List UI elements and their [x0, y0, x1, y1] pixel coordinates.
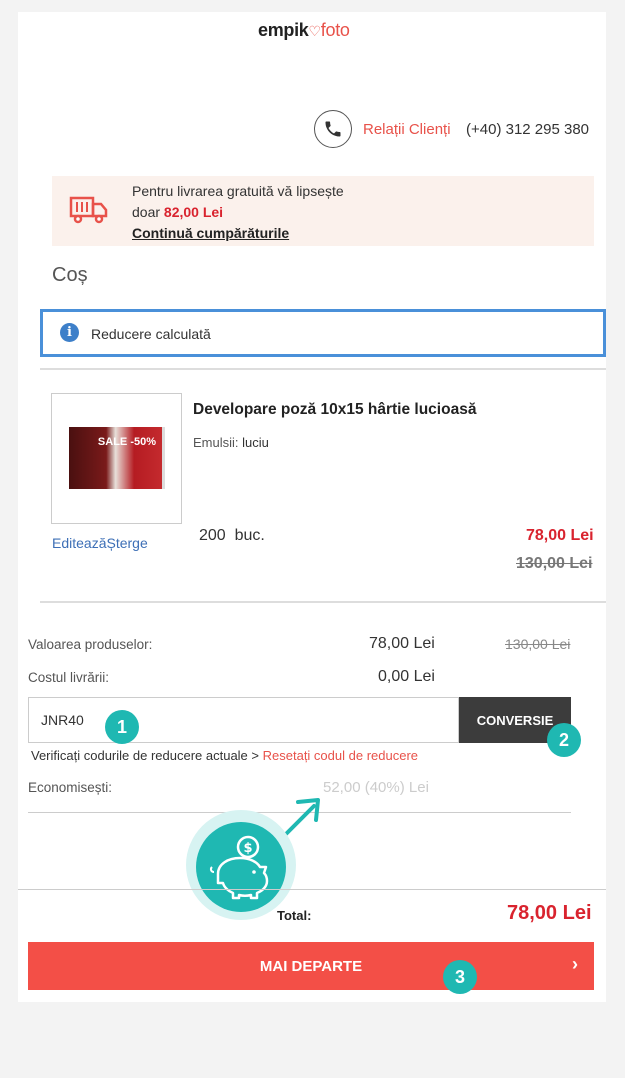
quantity-unit: buc. — [234, 527, 265, 544]
coupon-input-value: JNR40 — [41, 712, 84, 728]
coupon-input[interactable]: JNR40 — [28, 697, 459, 743]
total-label: Total: — [277, 908, 312, 923]
brand-name: empik — [258, 20, 309, 40]
page-title: Coș — [52, 264, 88, 286]
discount-notice-text: Reducere calculată — [91, 326, 211, 342]
shipping-cost-value: 0,00 Lei — [378, 668, 435, 685]
quantity-value: 200 — [199, 527, 226, 544]
divider — [18, 889, 606, 890]
logo-mark-icon: ♡ — [308, 23, 322, 39]
savings-label: Economisești: — [28, 780, 113, 795]
continue-button-label: MAI DEPARTE — [259, 958, 363, 975]
delivery-prefix: doar — [132, 204, 161, 220]
phone-number: (+40) 312 295 380 — [466, 121, 590, 138]
discount-notice: i Reducere calculată — [40, 309, 606, 357]
products-value: 78,00 Lei — [369, 635, 435, 652]
svg-text:$: $ — [243, 841, 252, 856]
continue-shopping-link[interactable]: Continuă cumpărăturile — [132, 223, 344, 244]
divider — [40, 368, 606, 370]
attribute-value: luciu — [242, 435, 269, 450]
delete-link[interactable]: Șterge — [106, 535, 147, 551]
item-old-price: 130,00 Lei — [516, 555, 593, 572]
attribute-label: Emulsii: — [193, 435, 239, 450]
continue-button[interactable]: MAI DEPARTE › — [28, 942, 594, 990]
customer-relations-link[interactable]: Relații Clienți — [363, 121, 451, 138]
item-actions: EditeazăȘterge — [52, 535, 148, 551]
truck-icon — [69, 196, 108, 224]
coupon-help: Verificați codurile de reducere actuale … — [31, 748, 418, 763]
free-delivery-banner: Pentru livrarea gratuită vă lipsește doa… — [52, 176, 594, 246]
step-badge-3: 3 — [443, 960, 477, 994]
product-image-text: SALE -50% — [97, 436, 156, 448]
edit-link[interactable]: Editează — [52, 535, 106, 551]
product-image: SALE -50% — [69, 427, 165, 489]
products-old-value: 130,00 Lei — [505, 636, 571, 652]
products-value-label: Valoarea produselor: — [28, 637, 153, 652]
total-value: 78,00 Lei — [507, 902, 592, 924]
chevron-right-icon: › — [572, 954, 578, 974]
reset-code-link[interactable]: Resetați codul de reducere — [263, 748, 418, 763]
piggy-bank-icon: $ — [196, 822, 286, 912]
info-icon: i — [60, 323, 79, 342]
product-thumbnail[interactable]: SALE -50% — [51, 393, 182, 524]
brand-logo[interactable]: empik♡foto — [258, 20, 350, 41]
delivery-message: Pentru livrarea gratuită vă lipsește — [132, 183, 344, 199]
shipping-cost-label: Costul livrării: — [28, 670, 110, 685]
brand-sub: foto — [320, 20, 350, 40]
verify-codes-link[interactable]: Verificați codurile de reducere actuale … — [31, 748, 259, 763]
divider — [40, 601, 606, 603]
quantity: 200 buc. — [199, 527, 265, 545]
step-badge-2: 2 — [547, 723, 581, 757]
product-title: Developare poză 10x15 hârtie lucioasă — [193, 401, 477, 418]
product-attribute: Emulsii: luciu — [193, 435, 269, 450]
item-price: 78,00 Lei — [526, 527, 594, 544]
step-badge-1: 1 — [105, 710, 139, 744]
phone-icon — [314, 110, 352, 148]
delivery-missing-amount: 82,00 Lei — [163, 204, 224, 220]
savings-value: 52,00 (40%) Lei — [323, 779, 429, 796]
